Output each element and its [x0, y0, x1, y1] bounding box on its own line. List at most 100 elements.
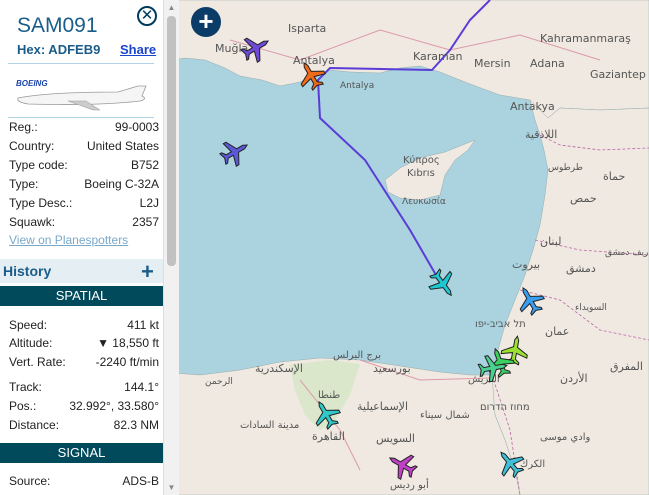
detail-value: 2357	[132, 215, 159, 229]
detail-row-country: Country: United States	[9, 139, 159, 157]
detail-value: -2240 ft/min	[95, 355, 159, 369]
label-tel-aviv: תל אביב-יפו	[475, 319, 526, 330]
close-icon[interactable]: ✕	[137, 6, 157, 26]
label-fayyum: الرحمن	[205, 377, 233, 387]
detail-row-reg: Reg.: 99-0003	[9, 120, 159, 138]
detail-key: Reg.:	[9, 120, 38, 134]
detail-value: ▼ 18,550 ft	[97, 336, 159, 350]
spatial-row-altitude: Altitude: ▼ 18,550 ft	[9, 336, 159, 354]
zoom-in-button[interactable]: +	[191, 7, 221, 37]
label-adana: Adana	[530, 57, 565, 70]
detail-value: 82.3 NM	[113, 418, 159, 432]
scroll-up-icon[interactable]: ▲	[167, 3, 176, 12]
aircraft-info-panel: SAM091 ✕ Hex: ADFEB9 Share BOEING Reg.: …	[0, 0, 163, 495]
label-suez: السويس	[376, 432, 415, 445]
divider	[8, 63, 154, 64]
detail-key: Squawk:	[9, 215, 56, 229]
label-cyprus-gr: Κύπρος	[403, 154, 440, 166]
detail-value: 411 kt	[127, 318, 159, 332]
label-al-karak: الكرك	[520, 459, 545, 470]
label-amman: عمان	[545, 325, 569, 338]
detail-row-type: Type: Boeing C-32A	[9, 177, 159, 195]
label-tanta: طنطا	[318, 390, 340, 401]
detail-key: Type:	[9, 177, 39, 191]
label-mersin: Mersin	[474, 57, 511, 70]
spatial-row-speed: Speed: 411 kt	[9, 318, 159, 336]
label-lebanon: لبنان	[540, 235, 561, 248]
detail-key: Country:	[9, 139, 55, 153]
detail-value: Boeing C-32A	[84, 177, 159, 191]
detail-row-type-desc: Type Desc.: L2J	[9, 196, 159, 214]
spatial-header[interactable]: SPATIAL	[0, 286, 163, 306]
detail-row-type-code: Type code: B752	[9, 158, 159, 176]
label-jordan: الأردن	[560, 371, 588, 385]
plus-icon[interactable]: +	[141, 259, 154, 285]
callsign: SAM091	[17, 14, 98, 37]
detail-key: Pos.:	[9, 399, 37, 413]
planespotters-link[interactable]: View on Planespotters	[9, 233, 128, 247]
label-mafraq: المفرق	[610, 360, 643, 373]
label-sadat: مدينة السادات	[240, 420, 299, 431]
label-latakia: اللاذقية	[525, 128, 557, 141]
label-arish: العريش	[468, 374, 500, 385]
label-cairo: القاهرة	[312, 430, 345, 443]
detail-key: Distance:	[9, 418, 60, 432]
detail-value: 99-0003	[114, 120, 159, 134]
label-wadi-musa: وادي موسى	[540, 432, 590, 443]
divider	[8, 117, 154, 118]
label-ismailia: الإسماعيلية	[357, 400, 408, 413]
label-alexandria: الإسكندرية	[255, 362, 303, 375]
detail-value: United States	[86, 139, 159, 153]
detail-key: Vert. Rate:	[9, 355, 66, 369]
detail-key: Altitude:	[9, 336, 53, 350]
detail-value: 32.992°, 33.580°	[69, 399, 159, 413]
sidebar-scrollbar[interactable]: ▲ ▼	[163, 0, 179, 495]
label-homs: حمص	[570, 192, 597, 205]
label-mugla: Muğla	[215, 42, 248, 55]
scroll-down-icon[interactable]: ▼	[167, 483, 176, 492]
label-damascus: دمشق	[566, 262, 596, 276]
detail-key: Source:	[9, 474, 51, 488]
label-karaman: Karaman	[413, 50, 462, 63]
label-portsaid: بورسعيد	[373, 362, 411, 375]
label-hama: حماة	[603, 170, 625, 183]
label-negev: מחוז הדרום	[480, 402, 530, 413]
boeing-logo: BOEING	[16, 79, 48, 88]
label-antakya: Antakya	[510, 100, 555, 113]
label-beirut: بيروت	[512, 258, 540, 271]
label-antalya: Antalya	[293, 54, 335, 67]
spatial-row-position: Pos.: 32.992°, 33.580°	[9, 399, 159, 417]
label-sinai: شمال سيناء	[420, 410, 470, 421]
history-header[interactable]: History +	[0, 259, 163, 285]
label-kahramanmaras: Kahramanmaraş	[540, 32, 631, 45]
detail-value: 144.1°	[124, 380, 159, 394]
label-gaziantep: Gaziantep	[590, 68, 646, 81]
detail-key: Type code:	[9, 158, 68, 172]
spatial-row-vert-rate: Vert. Rate: -2240 ft/min	[9, 355, 159, 373]
detail-value: B752	[130, 158, 159, 172]
detail-key: Speed:	[9, 318, 48, 332]
label-abu-rudeis: أبو رديس	[390, 478, 429, 491]
label-cyprus-tr: Kıbrıs	[407, 168, 435, 179]
detail-row-squawk: Squawk: 2357	[9, 215, 159, 233]
aircraft-photo[interactable]: BOEING	[8, 74, 158, 116]
label-burj-burullus: برج البرلس	[333, 350, 381, 361]
detail-value: ADS-B	[122, 474, 159, 488]
detail-key: Track:	[9, 380, 42, 394]
label-tartus: طرطوس	[548, 163, 583, 173]
label-dimashq: ريف دمشق	[605, 248, 648, 258]
signal-header[interactable]: SIGNAL	[0, 443, 163, 463]
share-link[interactable]: Share	[120, 42, 156, 57]
detail-key: Type Desc.:	[9, 196, 73, 210]
history-label: History	[3, 263, 52, 279]
spatial-row-distance: Distance: 82.3 NM	[9, 418, 159, 436]
detail-value: L2J	[139, 196, 159, 210]
spatial-row-track: Track: 144.1°	[9, 380, 159, 398]
label-isparta: Isparta	[288, 22, 326, 35]
label-suwayda: السويداء	[575, 303, 607, 313]
hex-code: Hex: ADFEB9	[17, 42, 101, 57]
label-antalya-province: Antalya	[340, 81, 374, 91]
label-lefkosa: Λευκωσία	[402, 197, 446, 207]
scroll-thumb[interactable]	[167, 16, 176, 266]
signal-row-source: Source: ADS-B	[9, 474, 159, 492]
